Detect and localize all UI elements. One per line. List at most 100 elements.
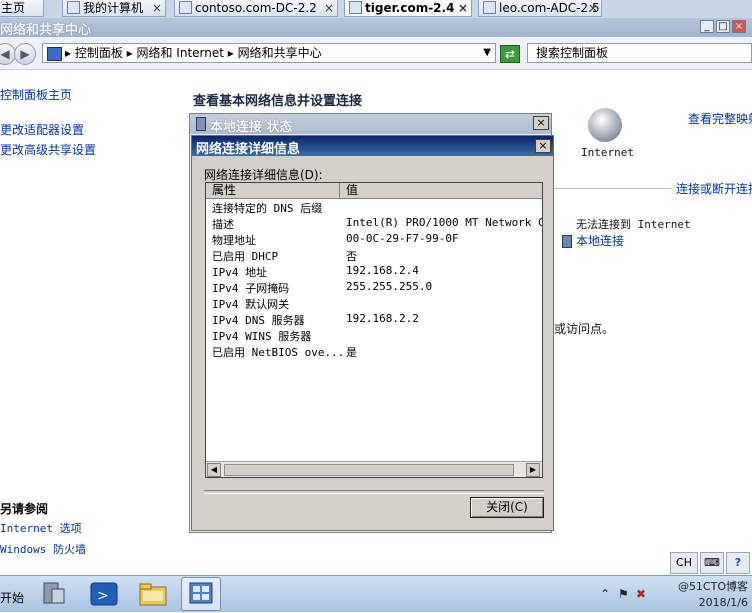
see-also-heading: 另请参阅 <box>0 502 49 516</box>
server-icon <box>483 1 496 14</box>
tab-leo[interactable]: leo.com-ADC-2.5 × <box>478 0 602 17</box>
internet-options-link[interactable]: Internet 选项 <box>0 520 82 536</box>
property-cell: IPv4 子网掩码 <box>212 282 290 295</box>
chevron-down-icon[interactable]: ▼ <box>483 44 491 62</box>
close-button[interactable]: × <box>732 20 746 33</box>
close-icon[interactable]: × <box>324 0 334 16</box>
table-row[interactable]: IPv4 DNS 服务器 192.168.2.2 <box>206 312 542 328</box>
taskbar: 开始 > ⌃ ⚑ ✖ @51CTO博客 2018/1/6 <box>0 575 752 612</box>
property-cell: 连接特定的 DNS 后缀 <box>212 202 323 215</box>
local-connection-link[interactable]: 本地连接 <box>576 232 624 249</box>
table-row[interactable]: 描述 Intel(R) PRO/1000 MT Network Conn <box>206 216 542 232</box>
server-manager-icon[interactable] <box>38 579 70 609</box>
close-dialog-button[interactable]: 关闭(C) <box>470 497 544 518</box>
close-icon[interactable]: × <box>588 0 598 16</box>
control-panel-icon <box>47 47 62 61</box>
explorer-folder-icon[interactable] <box>137 579 169 609</box>
table-row[interactable]: 已启用 NetBIOS ove... 是 <box>206 344 542 360</box>
minimize-button[interactable]: _ <box>700 20 714 33</box>
dialog-close-button[interactable]: × <box>535 139 551 153</box>
table-row[interactable]: 连接特定的 DNS 后缀 <box>206 200 542 216</box>
close-icon[interactable]: × <box>152 0 162 16</box>
scrollbar-thumb[interactable] <box>224 464 514 476</box>
divider <box>204 490 544 494</box>
forward-button[interactable]: ▶ <box>14 43 36 65</box>
tab-label: tiger.com-2.4 <box>365 1 455 15</box>
value-cell: 192.168.2.4 <box>346 264 419 277</box>
globe-icon <box>588 108 622 142</box>
property-cell: 描述 <box>212 218 234 231</box>
tab-contoso[interactable]: contoso.com-DC-2.2 × <box>174 0 338 17</box>
property-cell: IPv4 地址 <box>212 266 268 279</box>
property-cell: IPv4 WINS 服务器 <box>212 330 312 343</box>
tab-my-computer[interactable]: 我的计算机 × <box>62 0 166 17</box>
details-list[interactable]: 属性 值 连接特定的 DNS 后缀 描述 Intel(R) PRO/1000 MT… <box>205 182 543 478</box>
horizontal-scrollbar[interactable]: ◀ ▶ <box>206 461 542 477</box>
scroll-right-icon[interactable]: ▶ <box>526 463 540 477</box>
status-window-title: 本地连接 状态 <box>210 120 293 135</box>
scroll-left-icon[interactable]: ◀ <box>207 463 221 477</box>
table-row[interactable]: IPv4 子网掩码 255.255.255.0 <box>206 280 542 296</box>
close-icon[interactable]: × <box>458 0 468 16</box>
start-button[interactable]: 开始 <box>0 589 24 606</box>
maximize-button[interactable]: □ <box>716 20 730 33</box>
server-icon <box>179 1 192 14</box>
breadcrumb[interactable]: ▸ 控制面板 ▸ 网络和 Internet ▸ 网络和共享中心 ▼ <box>42 43 496 63</box>
svg-text:>: > <box>97 588 109 604</box>
connect-disconnect-link[interactable]: 连接或断开连接 <box>676 180 752 197</box>
breadcrumb-path: ▸ 控制面板 ▸ 网络和 Internet ▸ 网络和共享中心 <box>65 46 322 60</box>
control-panel-taskbar-icon[interactable] <box>181 577 221 611</box>
status-close-button[interactable]: × <box>533 116 549 130</box>
internet-label: Internet <box>581 146 634 159</box>
value-cell: 是 <box>346 346 357 359</box>
window-title-bar: 网络和共享中心 _ □ × <box>0 18 752 38</box>
watermark-text: @51CTO博客 <box>677 580 748 593</box>
tab-home[interactable]: 主页 <box>0 0 44 17</box>
property-cell: IPv4 默认网关 <box>212 298 290 311</box>
flag-icon[interactable]: ⚑ <box>618 587 629 601</box>
column-header-value[interactable]: 值 <box>340 183 542 199</box>
table-row[interactable]: IPv4 默认网关 <box>206 296 542 312</box>
access-type-value: 无法连接到 Internet <box>576 218 691 231</box>
system-tray: ⌃ ⚑ ✖ @51CTO博客 2018/1/6 <box>592 576 752 612</box>
sidebar-item-advanced-sharing[interactable]: 更改高级共享设置 <box>0 141 96 158</box>
help-icon[interactable]: ? <box>726 552 750 574</box>
divider <box>548 188 672 189</box>
server-icon <box>349 1 362 14</box>
value-cell: Intel(R) PRO/1000 MT Network Conn <box>346 216 543 229</box>
column-header-property[interactable]: 属性 <box>206 183 340 199</box>
property-cell: 物理地址 <box>212 234 256 247</box>
chevron-up-icon[interactable]: ⌃ <box>600 587 610 601</box>
search-input[interactable]: 搜索控制面板 <box>527 43 752 63</box>
input-language-button[interactable]: CH <box>670 552 698 574</box>
table-row[interactable]: IPv4 地址 192.168.2.4 <box>206 264 542 280</box>
tab-tiger[interactable]: tiger.com-2.4 × <box>344 0 472 17</box>
view-full-map-link[interactable]: 查看完整映射 <box>688 110 752 127</box>
sidebar-item-adapter-settings[interactable]: 更改适配器设置 <box>0 121 84 138</box>
table-row[interactable]: 物理地址 00-0C-29-F7-99-0F <box>206 232 542 248</box>
value-cell: 192.168.2.2 <box>346 312 419 325</box>
powershell-icon[interactable]: > <box>88 579 120 609</box>
refresh-button[interactable]: ⇄ <box>500 45 520 63</box>
keyboard-icon[interactable]: ⌨ <box>700 552 724 574</box>
tab-label: contoso.com-DC-2.2 <box>195 1 317 15</box>
computer-icon <box>67 1 80 14</box>
value-cell: 255.255.255.0 <box>346 280 433 293</box>
tab-bar: 主页 我的计算机 × contoso.com-DC-2.2 × tiger.com-… <box>0 0 752 19</box>
property-cell: IPv4 DNS 服务器 <box>212 314 305 327</box>
windows-firewall-link[interactable]: Windows 防火墙 <box>0 541 86 557</box>
clock-date: 2018/1/6 <box>698 596 748 609</box>
address-bar: ◀ ▶ ▸ 控制面板 ▸ 网络和 Internet ▸ 网络和共享中心 ▼ ⇄ … <box>0 37 752 70</box>
table-row[interactable]: 已启用 DHCP 否 <box>206 248 542 264</box>
table-row[interactable]: IPv4 WINS 服务器 <box>206 328 542 344</box>
property-cell: 已启用 NetBIOS ove... <box>212 346 345 359</box>
network-warning-icon[interactable]: ✖ <box>636 587 646 601</box>
access-point-text: 或访问点。 <box>554 322 615 336</box>
dialog-title-bar: 网络连接详细信息 <box>192 136 553 157</box>
window-title: 网络和共享中心 <box>0 23 92 38</box>
network-details-dialog: 网络连接详细信息 × 网络连接详细信息(D): 属性 值 连接特定的 DNS 后… <box>191 135 554 531</box>
page-title: 查看基本网络信息并设置连接 <box>193 94 363 109</box>
details-list-label: 网络连接详细信息(D): <box>204 168 323 182</box>
sidebar-home-link[interactable]: 控制面板主页 <box>0 86 72 103</box>
tab-label: 主页 <box>1 1 26 15</box>
